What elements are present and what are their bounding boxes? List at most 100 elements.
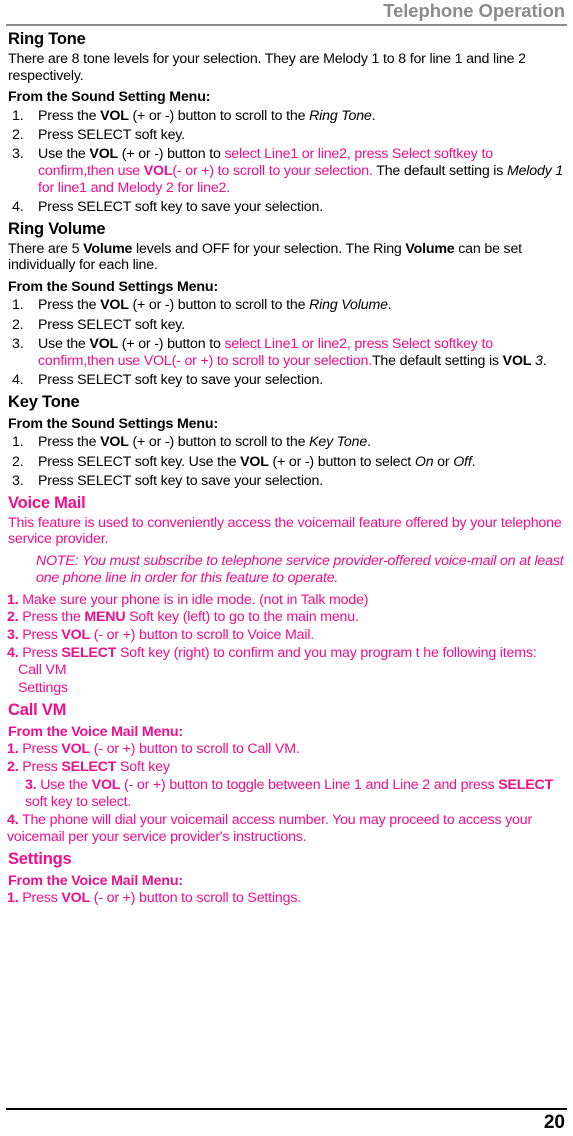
ring-tone-subheading: From the Sound Setting Menu: [8,89,211,105]
voice-mail-steps: 1. Make sure your phone is in idle mode.… [7,592,567,662]
list-item: 3. Use the VOL (- or +) button to toggle… [7,777,567,811]
step-number: 3. [12,335,24,352]
step-text: The default setting is [371,352,503,369]
step-bold: VOL [89,146,119,163]
step-text: (+ or -) button to [118,146,225,163]
list-item: 2. Press SELECT soft key. [8,127,567,144]
step-number: 1. [7,890,19,907]
step-number: 4. [12,371,24,388]
list-item: 2. Press SELECT soft key. [8,317,567,334]
step-text: . [542,352,547,369]
intro-text: levels and OFF for your selection. The R… [132,240,406,257]
step-bold: VOL [61,890,90,907]
step-text-accent: for line1 and Melody 2 for line2. [38,179,231,196]
step-text: . [367,434,371,451]
step-number: 3. [7,627,19,644]
step-text: Press the [38,107,101,124]
step-text: Press the [18,609,85,626]
list-item: 4. Press SELECT soft key to save your se… [8,372,567,389]
step-text: Press the [38,434,101,451]
page-number: 20 [543,1112,565,1133]
step-number: 2. [12,126,24,143]
list-item: Settings [18,680,68,697]
step-text: Use the [38,335,90,352]
voice-mail-intro: This feature is used to conveniently acc… [8,514,562,548]
header-divider-rule [6,24,567,26]
step-italic: Off [453,453,472,470]
step-text: . [387,297,392,314]
step-number: 2. [7,609,19,626]
step-italic: Ring Tone [309,107,372,124]
step-text: (+ or -) button to select [268,453,415,470]
ring-tone-steps: 1. Press the VOL (+ or -) button to scro… [8,108,567,216]
step-italic: 3 [531,352,543,369]
step-bold: VOL [89,335,119,352]
step-text: . [471,453,476,470]
step-text: (- or +) button to scroll to Voice Mail. [90,627,315,644]
list-item: 3. Use the VOL (+ or -) button to select… [8,336,567,370]
step-bold-accent: VOL [143,162,173,179]
ring-volume-subheading: From the Sound Settings Menu: [8,278,219,295]
page-footer: 20 [6,1108,567,1134]
step-bold: SELECT [498,776,554,793]
step-text: (- or +) button to scroll to Settings. [90,890,302,907]
intro-text: There are 5 [8,240,84,257]
step-bold: VOL [240,453,269,470]
step-text-accent: (- or +) to scroll to your selection. [172,162,373,179]
step-number: 1. [7,741,19,758]
ring-volume-intro: There are 5 Volume levels and OFF for yo… [8,241,567,274]
step-number: 3. [12,146,24,163]
step-text: soft key to select. [25,793,132,810]
step-text: The default setting is [372,162,507,179]
step-text: Press [18,759,62,776]
ring-volume-steps: 1. Press the VOL (+ or -) button to scro… [8,297,567,388]
step-number: 4. [12,198,24,215]
step-number: 3. [12,472,24,489]
list-item: 4. Press SELECT Soft key (right) to conf… [7,645,567,662]
step-number: 4. [7,811,19,828]
step-bold: VOL [100,297,129,314]
section-heading-settings: Settings [8,850,72,869]
step-text: Press [18,644,62,661]
running-header: Telephone Operation [383,0,565,21]
step-number: 1. [7,591,19,608]
list-item: Call VM [18,662,67,679]
step-bold: VOL [502,352,532,369]
step-bold: VOL [61,741,90,758]
step-number: 3. [25,776,37,793]
step-text: (+ or -) button to scroll to the [128,107,310,124]
section-heading-ring-volume: Ring Volume [8,219,106,238]
step-text: Press [18,627,62,644]
step-text: Press SELECT soft key to save your selec… [38,198,323,215]
list-item: 1. Make sure your phone is in idle mode.… [7,592,567,609]
list-item: 1. Press the VOL (+ or -) button to scro… [8,434,567,451]
step-text: Press SELECT soft key. Use the [38,453,241,470]
step-text: Use the [36,776,92,793]
step-text: Press SELECT soft key to save your selec… [38,371,323,388]
step-text: Press [18,890,62,907]
step-text: Press SELECT soft key. [38,316,185,333]
step-text: Press [18,741,62,758]
step-text: (- or +) button to toggle between Line 1… [120,776,499,793]
key-tone-subheading: From the Sound Settings Menu: [8,415,219,432]
step-text: Soft key (left) to go to the main menu. [125,609,359,626]
section-heading-call-vm: Call VM [8,701,67,720]
step-bold: VOL [91,776,121,793]
step-italic: On [414,453,434,470]
step-text: Press SELECT soft key. [38,126,185,143]
step-italic: Ring Volume [309,297,388,314]
step-number: 4. [7,644,19,661]
list-item: 1. Press VOL (- or +) button to scroll t… [7,741,567,758]
step-number: 2. [12,316,24,333]
step-text: or [433,453,454,470]
settings-subheading: From the Voice Mail Menu: [8,873,183,890]
list-item: 2. Press the MENU Soft key (left) to go … [7,609,567,626]
step-bold: SELECT [61,759,117,776]
list-item: 4. Press SELECT soft key to save your se… [8,199,567,216]
list-item: 1. Press VOL (- or +) button to scroll t… [7,890,567,907]
step-text: Use the [38,146,90,163]
step-text: (+ or -) button to scroll to the [128,434,310,451]
list-item: 3. Press VOL (- or +) button to scroll t… [7,627,567,644]
step-italic: Key Tone [309,434,368,451]
ring-tone-intro: There are 8 tone levels for your selecti… [8,51,526,84]
